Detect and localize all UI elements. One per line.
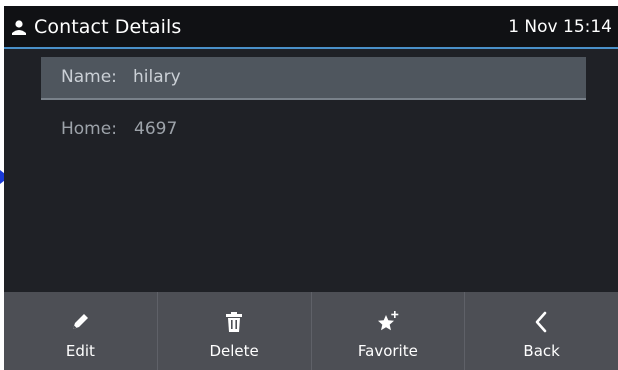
field-label: Home: [61, 119, 117, 139]
softkey-bar: Edit Delete Favorite Back [4, 292, 618, 370]
delete-label: Delete [209, 342, 259, 360]
trash-icon [226, 312, 243, 332]
delete-button[interactable]: Delete [158, 292, 312, 370]
back-label: Back [523, 342, 560, 360]
contact-field-name[interactable]: Name: hilary [41, 57, 586, 100]
star-plus-icon [377, 311, 399, 331]
person-icon [12, 20, 26, 35]
favorite-button[interactable]: Favorite [312, 292, 466, 370]
field-value: hilary [133, 67, 181, 87]
page-title: Contact Details [34, 16, 182, 38]
phone-screen: Contact Details 1 Nov 15:14 Name: hilary… [4, 6, 618, 370]
contact-field-home[interactable]: Home: 4697 [41, 109, 586, 152]
clock: 1 Nov 15:14 [508, 17, 612, 37]
edit-label: Edit [65, 342, 95, 360]
back-button[interactable]: Back [465, 292, 618, 370]
pencil-icon [73, 314, 89, 329]
favorite-label: Favorite [357, 342, 418, 360]
field-value: 4697 [134, 119, 178, 139]
chevron-left-icon [535, 311, 546, 333]
edit-button[interactable]: Edit [4, 292, 158, 370]
title-bar: Contact Details 1 Nov 15:14 [4, 6, 618, 49]
field-label: Name: [61, 67, 117, 87]
